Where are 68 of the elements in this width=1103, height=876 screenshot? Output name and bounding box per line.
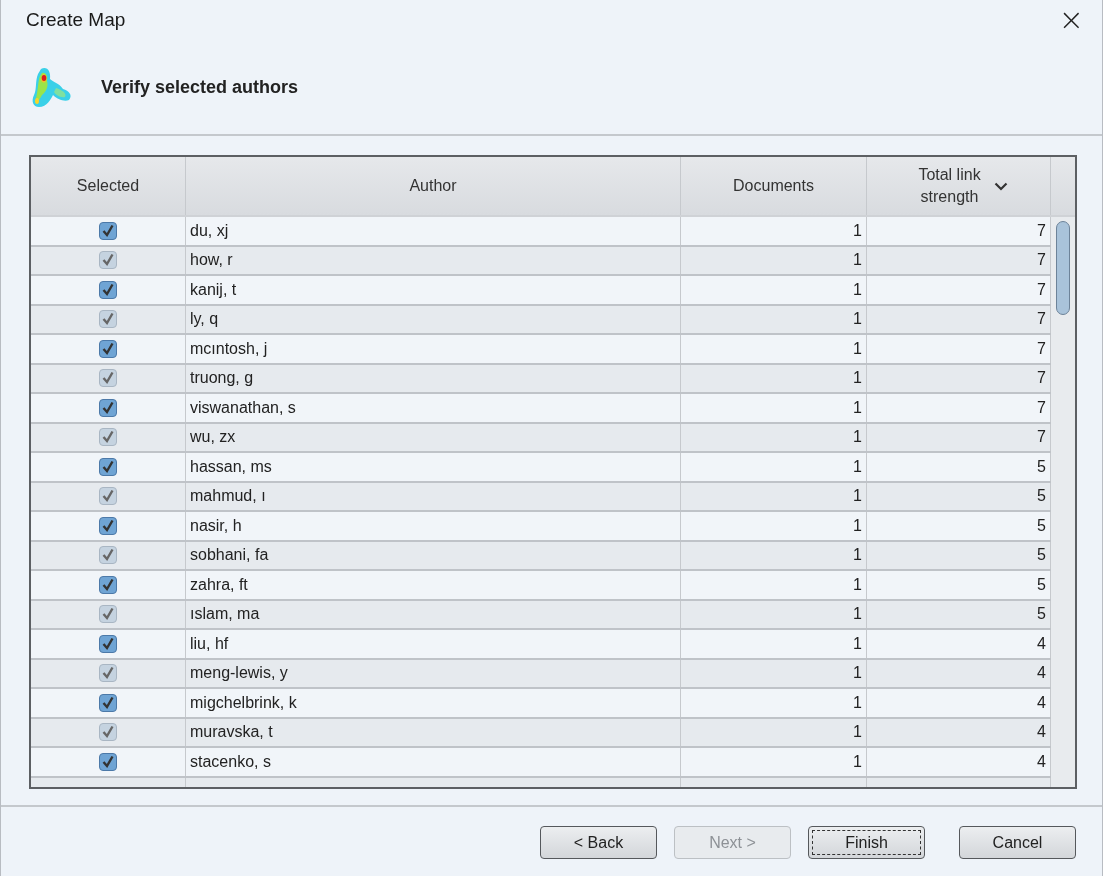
author-cell: ıslam, ma <box>186 600 681 628</box>
author-cell: zahra, ft <box>186 571 681 599</box>
author-cell: meng-lewis, y <box>186 659 681 687</box>
row-checkbox[interactable] <box>99 752 117 771</box>
author-cell: du, xj <box>186 217 681 245</box>
scrollbar-thumb[interactable] <box>1056 221 1070 315</box>
documents-cell: 1 <box>681 541 867 569</box>
documents-cell: 1 <box>681 659 867 687</box>
row-checkbox[interactable] <box>99 693 117 712</box>
documents-cell: 1 <box>681 305 867 333</box>
author-cell: mcıntosh, j <box>186 335 681 363</box>
author-cell: muravska, t <box>186 718 681 746</box>
row-checkbox[interactable] <box>99 605 117 624</box>
column-header[interactable]: Total link strength <box>867 157 1051 215</box>
documents-cell: 1 <box>681 482 867 510</box>
author-cell: truong, g <box>186 364 681 392</box>
documents-cell: 1 <box>681 246 867 274</box>
wizard-button[interactable]: Finish <box>808 826 925 859</box>
row-checkbox[interactable] <box>99 487 117 506</box>
documents-cell: 1 <box>681 571 867 599</box>
author-cell: viswanathan, s <box>186 394 681 422</box>
column-header[interactable]: Author <box>186 157 681 215</box>
documents-cell: 1 <box>681 512 867 540</box>
wizard-button[interactable]: < Back <box>540 826 657 859</box>
row-checkbox[interactable] <box>99 221 117 240</box>
close-button[interactable]: × <box>1050 5 1092 35</box>
documents-cell: 1 <box>681 748 867 776</box>
author-cell: wu, zx <box>186 423 681 451</box>
author-cell: ly, q <box>186 305 681 333</box>
documents-cell: 1 <box>681 630 867 658</box>
author-cell: how, r <box>186 246 681 274</box>
row-checkbox[interactable] <box>99 310 117 329</box>
documents-cell: 1 <box>681 689 867 717</box>
author-cell: sobhani, fa <box>186 541 681 569</box>
row-checkbox[interactable] <box>99 723 117 742</box>
row-checkbox[interactable] <box>99 280 117 299</box>
row-checkbox[interactable] <box>99 575 117 594</box>
documents-cell: 1 <box>681 335 867 363</box>
row-checkbox[interactable] <box>99 634 117 653</box>
documents-cell: 1 <box>681 394 867 422</box>
page-heading: Verify selected authors <box>101 76 299 98</box>
row-checkbox[interactable] <box>99 546 117 565</box>
documents-cell: 1 <box>681 276 867 304</box>
author-cell: kanij, t <box>186 276 681 304</box>
author-cell: mahmud, ı <box>186 482 681 510</box>
documents-cell: 1 <box>681 718 867 746</box>
row-checkbox[interactable] <box>99 339 117 358</box>
documents-cell: 1 <box>681 600 867 628</box>
author-cell: nasir, h <box>186 512 681 540</box>
documents-cell: 1 <box>681 423 867 451</box>
author-cell: liu, hf <box>186 630 681 658</box>
author-cell: migchelbrink, k <box>186 689 681 717</box>
row-checkbox[interactable] <box>99 428 117 447</box>
author-cell: stacenko, s <box>186 748 681 776</box>
row-checkbox[interactable] <box>99 457 117 476</box>
row-checkbox[interactable] <box>99 369 117 388</box>
row-checkbox[interactable] <box>99 664 117 683</box>
author-cell: hassan, ms <box>186 453 681 481</box>
column-header[interactable]: Selected <box>31 157 186 215</box>
window-title: Create Map <box>26 9 126 31</box>
row-checkbox[interactable] <box>99 516 117 535</box>
row-checkbox[interactable] <box>99 398 117 417</box>
column-header[interactable]: Documents <box>681 157 867 215</box>
documents-cell: 1 <box>681 453 867 481</box>
row-checkbox[interactable] <box>99 251 117 270</box>
documents-cell: 1 <box>681 364 867 392</box>
wizard-button[interactable]: Cancel <box>959 826 1076 859</box>
documents-cell: 1 <box>681 217 867 245</box>
